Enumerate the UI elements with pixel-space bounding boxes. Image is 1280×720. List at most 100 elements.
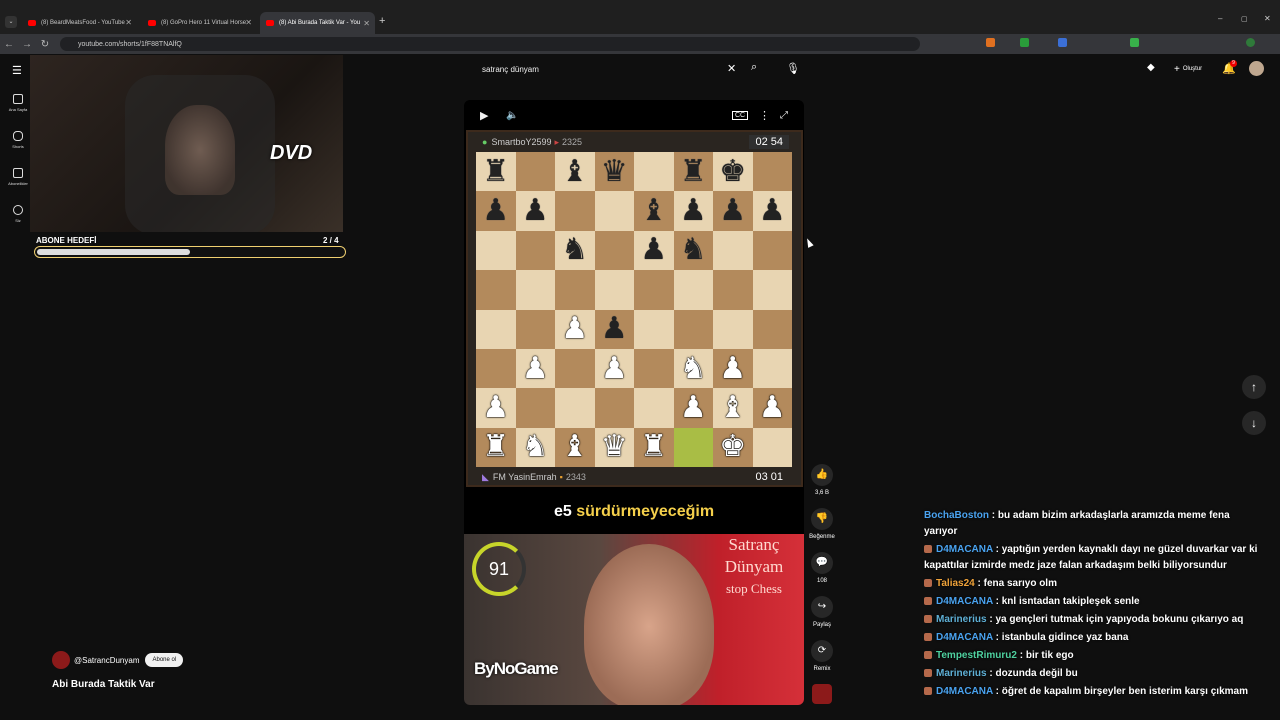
board-square[interactable]: ♟ (634, 230, 674, 271)
white-pawn-icon[interactable]: ♟ (680, 392, 707, 423)
black-knight-icon[interactable]: ♞ (561, 235, 588, 265)
previous-short-button[interactable]: ↑ (1242, 375, 1266, 399)
board-square[interactable]: ♟ (476, 191, 516, 231)
white-bishop-icon[interactable]: ♝ (561, 432, 588, 462)
url-input[interactable]: youtube.com/shorts/1fF88TNAlfQ (60, 37, 920, 51)
black-king-icon[interactable]: ♚ (719, 156, 746, 187)
board-square[interactable] (634, 270, 674, 310)
black-bishop-icon[interactable]: ♝ (640, 196, 667, 226)
white-pawn-icon[interactable]: ♟ (601, 353, 628, 384)
board-square[interactable] (555, 270, 595, 310)
black-bishop-icon[interactable]: ♝ (561, 156, 588, 187)
board-square[interactable]: ♝ (555, 427, 595, 468)
tab-search-button[interactable]: ⌄ (5, 16, 17, 28)
board-square[interactable]: ♟ (673, 388, 713, 428)
board-square[interactable]: ♜ (673, 152, 713, 192)
board-square[interactable] (634, 152, 674, 192)
next-short-button[interactable]: ↓ (1242, 411, 1266, 435)
white-queen-icon[interactable]: ♛ (601, 432, 628, 462)
subscribe-button[interactable]: Abone ol (145, 653, 184, 667)
comment-icon[interactable]: 💬 (811, 552, 833, 574)
black-pawn-icon[interactable]: ♟ (482, 196, 509, 226)
share-action[interactable]: ↪ Paylaş (808, 596, 836, 628)
board-square[interactable]: ♟ (752, 191, 792, 231)
create-button[interactable]: + Oluştur (1168, 62, 1208, 76)
back-icon[interactable]: ← (0, 39, 18, 50)
board-square[interactable] (673, 270, 713, 310)
board-square[interactable] (673, 309, 713, 349)
black-rook-icon[interactable]: ♜ (680, 156, 707, 187)
board-square[interactable]: ♞ (555, 230, 595, 271)
clear-search-icon[interactable]: ✕ (727, 62, 736, 75)
board-square[interactable]: ♛ (594, 427, 634, 468)
board-square[interactable] (752, 309, 792, 349)
comments-action[interactable]: 💬 108 (808, 552, 836, 584)
white-knight-icon[interactable]: ♞ (522, 432, 549, 462)
board-square[interactable] (476, 348, 516, 389)
white-rook-icon[interactable]: ♜ (640, 432, 667, 462)
volume-icon[interactable]: 🔈 (506, 110, 518, 121)
board-square[interactable] (594, 230, 634, 271)
board-square[interactable] (476, 270, 516, 310)
close-tab-icon[interactable]: ✕ (245, 18, 252, 27)
account-avatar[interactable] (1249, 61, 1264, 76)
extension-icon[interactable] (1058, 38, 1067, 47)
board-square[interactable] (713, 309, 753, 349)
close-tab-icon[interactable]: ✕ (363, 19, 370, 28)
board-square[interactable]: ♟ (555, 309, 595, 349)
board-square[interactable]: ♟ (594, 309, 634, 349)
extension-icon[interactable] (1130, 38, 1139, 47)
board-square[interactable]: ♜ (634, 427, 674, 468)
board-square[interactable] (476, 230, 516, 271)
search-input[interactable]: satranç dünyam (482, 65, 539, 74)
board-square[interactable]: ♜ (476, 152, 516, 192)
black-pawn-icon[interactable]: ♟ (601, 314, 628, 344)
board-square[interactable] (713, 230, 753, 271)
board-square[interactable]: ♟ (476, 388, 516, 428)
board-square[interactable]: ♟ (515, 191, 555, 231)
white-king-icon[interactable]: ♚ (719, 432, 746, 462)
black-rook-icon[interactable]: ♜ (482, 156, 509, 187)
channel-thumbnail[interactable] (812, 684, 832, 704)
reload-icon[interactable]: ↻ (36, 39, 54, 50)
black-pawn-icon[interactable]: ♟ (640, 235, 667, 265)
close-tab-icon[interactable]: ✕ (125, 18, 132, 27)
board-square[interactable] (555, 348, 595, 389)
board-square[interactable] (594, 388, 634, 428)
channel-avatar[interactable] (52, 651, 70, 669)
board-square[interactable]: ♟ (713, 191, 753, 231)
white-rook-icon[interactable]: ♜ (482, 432, 509, 462)
remix-action[interactable]: ⟳ Remix (808, 640, 836, 672)
board-square[interactable]: ♟ (752, 388, 792, 428)
black-pawn-icon[interactable]: ♟ (719, 196, 746, 226)
board-square[interactable] (515, 230, 555, 271)
white-pawn-icon[interactable]: ♟ (522, 353, 549, 384)
channel-handle[interactable]: @SatrancDunyam (74, 656, 139, 665)
gem-icon[interactable]: ◆ (1147, 62, 1155, 73)
board-square[interactable] (515, 152, 555, 192)
maximize-icon[interactable]: ▢ (1241, 15, 1248, 23)
board-square[interactable]: ♜ (476, 427, 516, 468)
share-icon[interactable]: ↪ (811, 596, 833, 618)
board-square[interactable] (752, 270, 792, 310)
board-square[interactable]: ♚ (713, 152, 753, 192)
board-square[interactable] (752, 348, 792, 389)
extension-icon[interactable] (1020, 38, 1029, 47)
board-square[interactable] (555, 388, 595, 428)
black-queen-icon[interactable]: ♛ (601, 156, 628, 187)
close-window-icon[interactable]: ✕ (1264, 14, 1271, 23)
board-square[interactable] (515, 309, 555, 349)
board-square[interactable]: ♞ (673, 348, 713, 389)
board-square[interactable] (752, 152, 792, 192)
captions-icon[interactable]: CC (732, 110, 749, 120)
black-knight-icon[interactable]: ♞ (680, 235, 707, 265)
board-square[interactable] (476, 309, 516, 349)
search-icon[interactable]: ⌕ (751, 61, 757, 74)
board-square[interactable] (752, 230, 792, 271)
white-bishop-icon[interactable]: ♝ (719, 392, 746, 423)
browser-tab[interactable]: (8) BeardMeatsFood - YouTube ✕ (22, 13, 137, 32)
browser-tab[interactable]: (8) GoPro Hero 11 Virtual Horse ✕ (142, 13, 257, 32)
dislike-action[interactable]: 👎 Beğenme (808, 508, 836, 540)
short-player[interactable]: ▶ 🔈 CC ⋮ ⤢ ● SmartboY2599 ▸ 2325 02 54 ♜… (464, 100, 804, 705)
board-square[interactable]: ♞ (673, 230, 713, 271)
